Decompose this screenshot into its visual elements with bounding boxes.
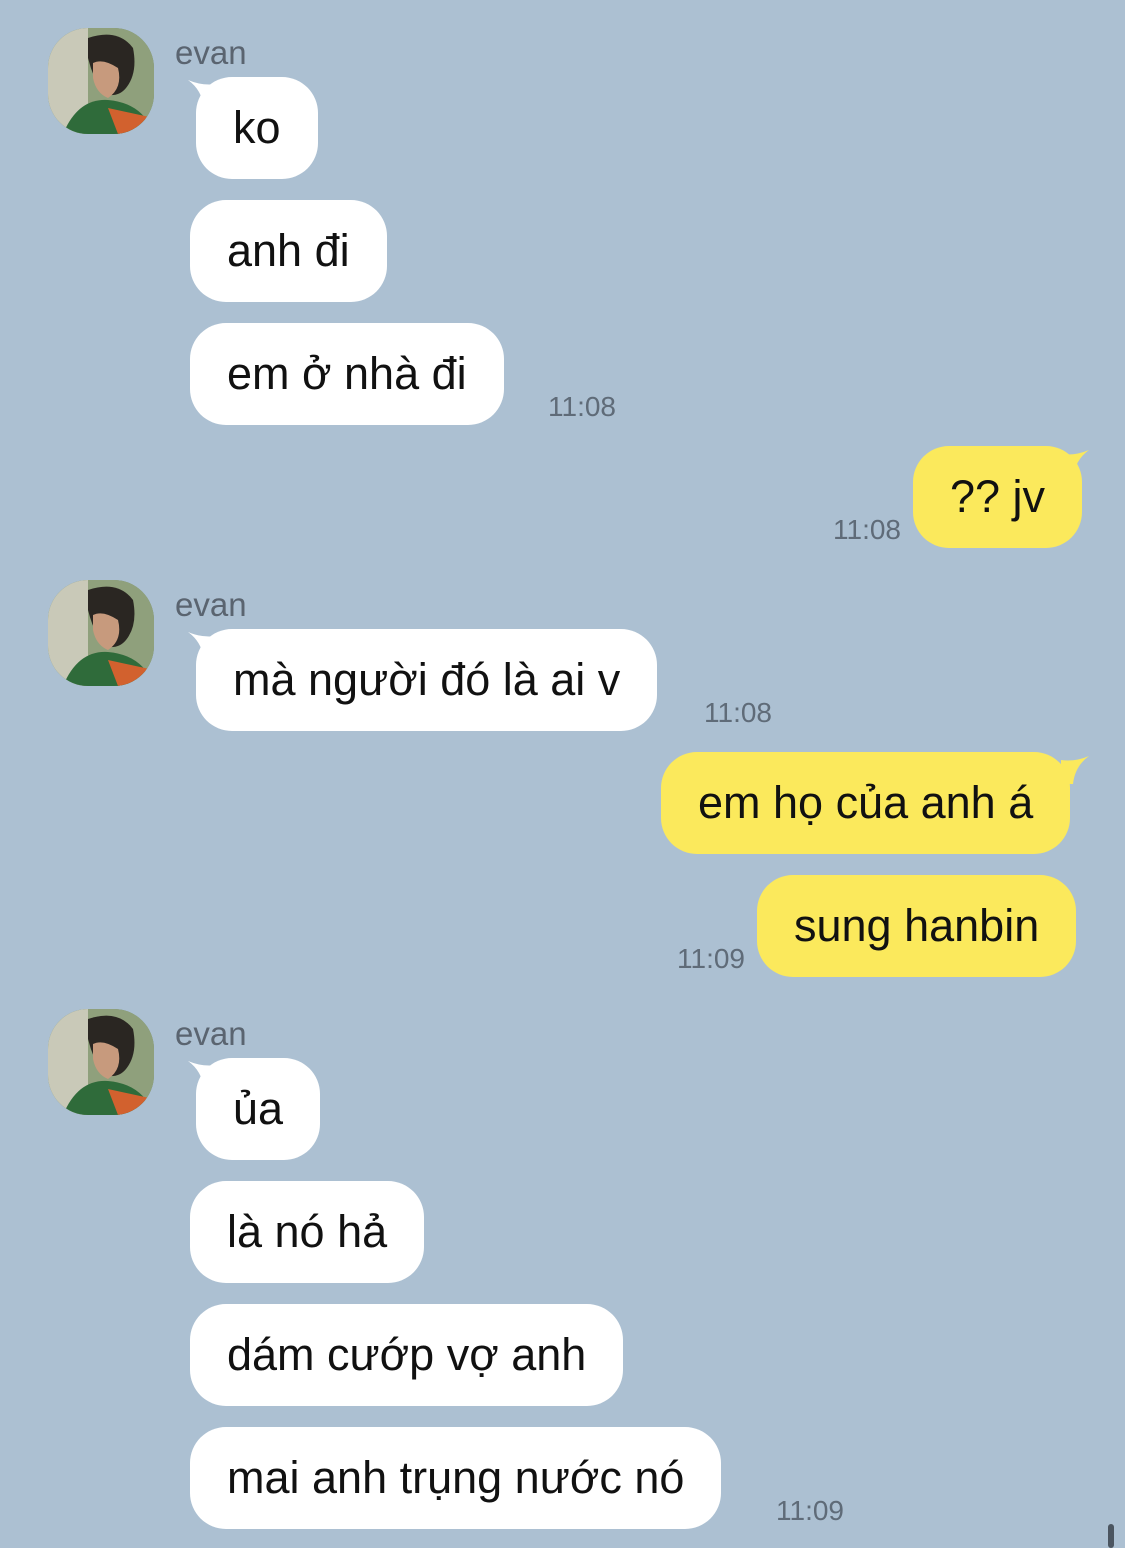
profile-photo-icon bbox=[48, 580, 154, 686]
message-bubble[interactable]: ?? jv bbox=[913, 446, 1083, 548]
bubble-tail bbox=[1061, 756, 1089, 784]
message-bubble[interactable]: mà người đó là ai v bbox=[196, 629, 658, 731]
message-bubble[interactable]: dám cướp vợ anh bbox=[190, 1304, 624, 1406]
sender-name: evan bbox=[175, 586, 247, 623]
message-bubble[interactable]: mai anh trụng nước nó bbox=[190, 1427, 722, 1529]
avatar[interactable] bbox=[48, 28, 154, 134]
message-time: 11:08 bbox=[833, 514, 901, 545]
message-bubble[interactable]: anh đi bbox=[190, 200, 387, 302]
message-time: 11:08 bbox=[548, 391, 616, 422]
message-bubble[interactable]: sung hanbin bbox=[757, 875, 1077, 977]
profile-photo-icon bbox=[48, 1009, 154, 1115]
message-time: 11:09 bbox=[677, 943, 745, 974]
bubble-tail bbox=[1061, 450, 1089, 478]
message-bubble[interactable]: em ở nhà đi bbox=[190, 323, 504, 425]
message-bubble[interactable]: ủa bbox=[196, 1058, 321, 1160]
avatar[interactable] bbox=[48, 580, 154, 686]
message-time: 11:08 bbox=[704, 697, 772, 728]
message-bubble[interactable]: là nó hả bbox=[190, 1181, 425, 1283]
avatar[interactable] bbox=[48, 1009, 154, 1115]
profile-photo-icon bbox=[48, 28, 154, 134]
scrollbar[interactable] bbox=[1108, 1524, 1114, 1548]
message-time: 11:09 bbox=[776, 1495, 844, 1526]
sender-name: evan bbox=[175, 34, 247, 71]
message-bubble[interactable]: em họ của anh á bbox=[661, 752, 1071, 854]
message-bubble[interactable]: ko bbox=[196, 77, 318, 179]
sender-name: evan bbox=[175, 1015, 247, 1052]
